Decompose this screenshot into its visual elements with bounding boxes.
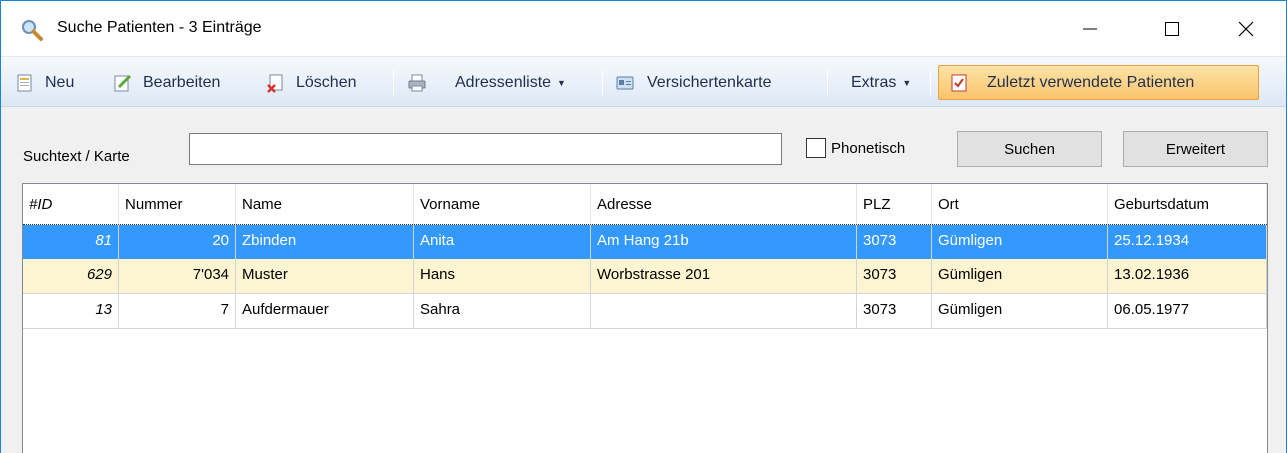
cell-plz: 3073 — [857, 294, 932, 329]
close-button[interactable] — [1213, 1, 1279, 56]
phonetic-checkbox[interactable] — [806, 138, 826, 158]
edit-button[interactable]: Bearbeiten — [113, 68, 220, 97]
search-input[interactable] — [189, 133, 782, 165]
toolbar-separator — [393, 70, 394, 95]
search-magnifier-icon — [22, 20, 43, 41]
chevron-down-icon: ▼ — [557, 77, 566, 88]
insurance-card-icon — [616, 76, 634, 89]
cell-adresse — [591, 294, 857, 329]
cell-ort: Gümligen — [932, 294, 1108, 329]
column-header-ort[interactable]: Ort — [932, 184, 1108, 224]
insurance-card-label: Versichertenkarte — [647, 73, 772, 91]
new-label: Neu — [45, 73, 75, 91]
maximize-icon — [1165, 21, 1179, 36]
checklist-icon — [951, 74, 967, 91]
phonetic-label[interactable]: Phonetisch — [831, 140, 905, 157]
cell-vorname: Hans — [414, 259, 591, 294]
column-header-plz[interactable]: PLZ — [857, 184, 932, 224]
patient-search-window: Suche Patienten - 3 Einträge Neu Bearbei… — [0, 0, 1287, 453]
cell-vorname: Anita — [414, 225, 591, 260]
new-document-icon — [17, 74, 32, 91]
cell-id: 81 — [23, 225, 119, 260]
column-header-name[interactable]: Name — [236, 184, 414, 224]
toolbar-separator — [602, 70, 603, 95]
cell-vorname: Sahra — [414, 294, 591, 329]
insurance-card-button[interactable]: Versichertenkarte — [615, 68, 772, 97]
table-row[interactable]: 13 7 Aufdermauer Sahra 3073 Gümligen 06.… — [23, 294, 1267, 329]
cell-adresse: Worbstrasse 201 — [591, 259, 857, 294]
cell-geburtsdatum: 13.02.1936 — [1108, 259, 1267, 294]
cell-adresse: Am Hang 21b — [591, 225, 857, 260]
table-row[interactable]: 629 7'034 Muster Hans Worbstrasse 201 30… — [23, 259, 1267, 294]
recent-patients-label: Zuletzt verwendete Patienten — [987, 73, 1195, 91]
advanced-button[interactable]: Erweitert — [1123, 131, 1268, 167]
patients-grid[interactable]: #ID Nummer Name Vorname Adresse PLZ Ort … — [22, 183, 1268, 453]
delete-button[interactable]: Löschen — [266, 68, 357, 97]
grid-header: #ID Nummer Name Vorname Adresse PLZ Ort … — [23, 184, 1267, 224]
delete-document-icon — [267, 74, 283, 93]
cell-ort: Gümligen — [932, 225, 1108, 260]
chevron-down-icon: ▼ — [902, 77, 912, 88]
window-title: Suche Patienten - 3 Einträge — [57, 19, 262, 36]
search-text-label: Suchtext / Karte — [23, 148, 130, 165]
cell-nummer: 7 — [119, 294, 236, 329]
toolbar-separator — [827, 70, 828, 95]
extras-menu-button[interactable]: Extras ▼ — [851, 68, 911, 97]
minimize-button[interactable] — [1057, 1, 1123, 56]
column-header-geburtsdatum[interactable]: Geburtsdatum — [1108, 184, 1267, 224]
printer-icon — [408, 74, 426, 91]
cell-plz: 3073 — [857, 259, 932, 294]
address-list-label: Adressenliste — [455, 73, 552, 91]
close-icon — [1238, 21, 1254, 36]
cell-nummer: 20 — [119, 225, 236, 260]
minimize-icon — [1083, 28, 1097, 29]
address-list-button[interactable]: Adressenliste ▼ — [407, 68, 566, 97]
column-header-id[interactable]: #ID — [23, 184, 119, 224]
cell-id: 13 — [23, 294, 119, 329]
table-row[interactable]: 81 20 Zbinden Anita Am Hang 21b 3073 Güm… — [23, 224, 1267, 260]
new-button[interactable]: Neu — [15, 68, 74, 97]
edit-label: Bearbeiten — [143, 73, 221, 91]
recent-patients-content[interactable]: Zuletzt verwendete Patienten — [949, 68, 1194, 97]
toolbar-separator — [930, 70, 931, 95]
cell-geburtsdatum: 06.05.1977 — [1108, 294, 1267, 329]
toolbar: Neu Bearbeiten Löschen Adressenliste ▼ V… — [1, 56, 1286, 107]
cell-geburtsdatum: 25.12.1934 — [1108, 225, 1267, 260]
cell-plz: 3073 — [857, 225, 932, 260]
edit-pencil-icon — [114, 74, 132, 91]
column-header-nummer[interactable]: Nummer — [119, 184, 236, 224]
cell-nummer: 7'034 — [119, 259, 236, 294]
cell-id: 629 — [23, 259, 119, 294]
extras-label: Extras — [851, 73, 897, 91]
delete-label: Löschen — [296, 73, 357, 91]
cell-ort: Gümligen — [932, 259, 1108, 294]
title-bar: Suche Patienten - 3 Einträge — [1, 1, 1286, 56]
cell-name: Aufdermauer — [236, 294, 414, 329]
cell-name: Muster — [236, 259, 414, 294]
cell-name: Zbinden — [236, 225, 414, 260]
search-button[interactable]: Suchen — [957, 131, 1102, 167]
column-header-adresse[interactable]: Adresse — [591, 184, 857, 224]
column-header-vorname[interactable]: Vorname — [414, 184, 591, 224]
maximize-button[interactable] — [1139, 1, 1205, 56]
